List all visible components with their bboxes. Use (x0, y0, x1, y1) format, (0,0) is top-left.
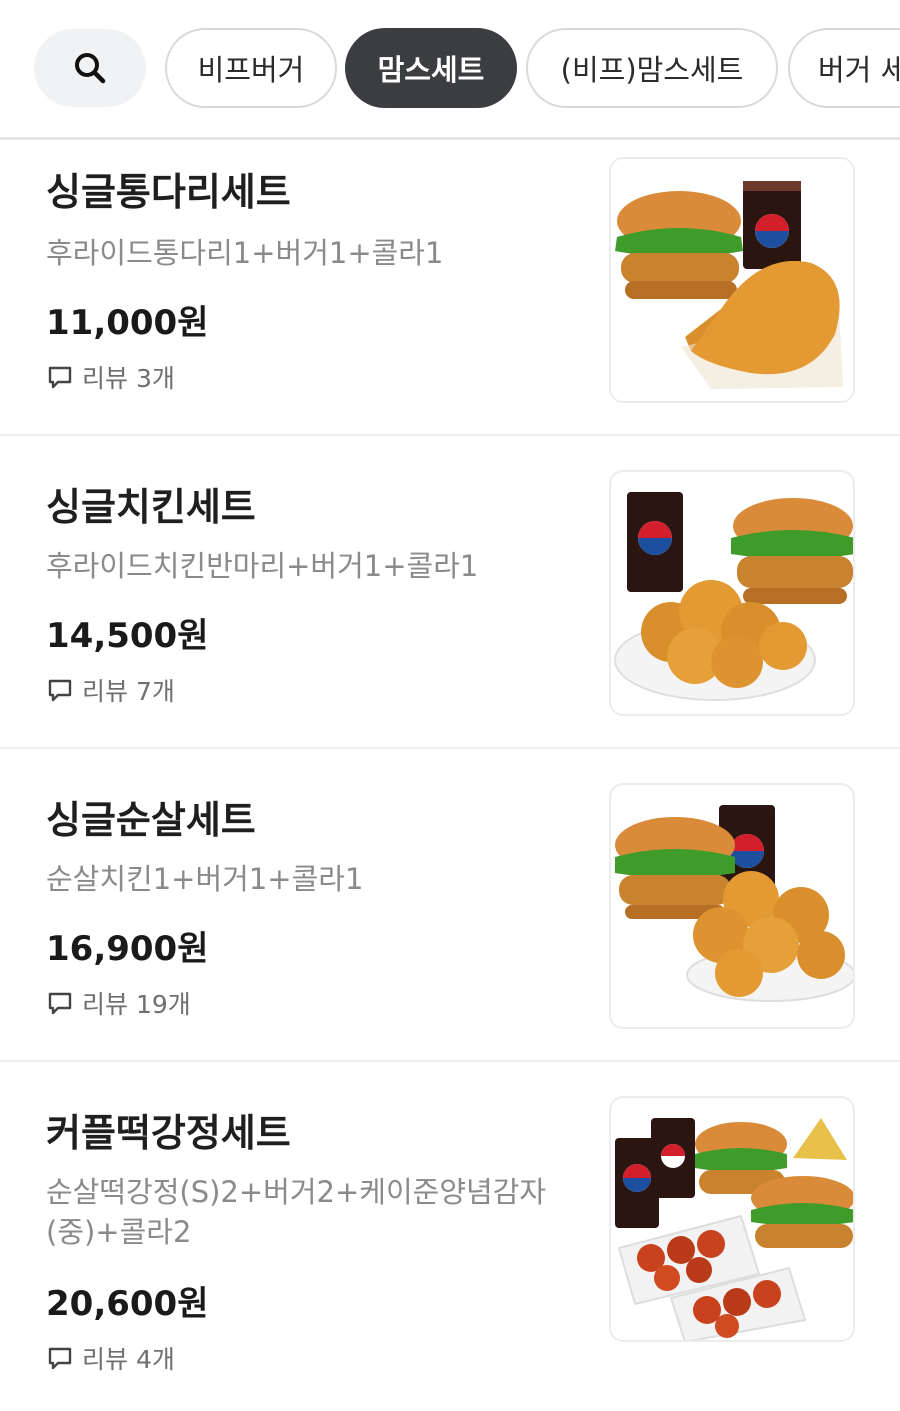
item-image (609, 470, 855, 716)
item-review[interactable]: 리뷰 19개 (46, 985, 191, 1021)
search-icon (75, 53, 106, 84)
menu-item[interactable]: 싱글순살세트 순살치킨1+버거1+콜라1 16,900원 리뷰 19개 (0, 749, 900, 1062)
category-chip-beef-burger[interactable]: 비프버거 (165, 28, 337, 108)
item-price: 11,000원 (46, 303, 209, 343)
item-name: 싱글통다리세트 (46, 170, 291, 214)
item-name: 싱글순살세트 (46, 798, 256, 842)
review-count: 리뷰 7개 (82, 677, 175, 706)
item-image (609, 1096, 855, 1342)
review-count: 리뷰 19개 (82, 990, 191, 1019)
item-description: 후라이드통다리1+버거1+콜라1 (46, 236, 444, 270)
review-count: 리뷰 3개 (82, 364, 175, 393)
item-image (609, 783, 855, 1029)
item-name: 싱글치킨세트 (46, 485, 256, 529)
item-price: 20,600원 (46, 1284, 209, 1324)
menu-item[interactable]: 커플떡강정세트 순살떡강정(S)2+버거2+케이준양념감자(중)+콜라2 20,… (0, 1062, 900, 1411)
category-bar: 비프버거 맘스세트 (비프)맘스세트 버거 세 (0, 0, 900, 140)
item-review[interactable]: 리뷰 7개 (46, 672, 175, 708)
speech-bubble-icon (48, 366, 72, 389)
item-review[interactable]: 리뷰 4개 (46, 1340, 175, 1376)
search-button[interactable] (34, 29, 146, 107)
item-description: 순살떡강정(S)2+버거2+케이준양념감자(중)+콜라2 (46, 1175, 547, 1249)
item-name: 커플떡강정세트 (46, 1111, 291, 1155)
category-chip-burger-set[interactable]: 버거 세 (788, 28, 900, 108)
item-description: 후라이드치킨반마리+버거1+콜라1 (46, 549, 479, 583)
speech-bubble-icon (48, 679, 72, 702)
menu-item[interactable]: 싱글통다리세트 후라이드통다리1+버거1+콜라1 11,000원 리뷰 3개 (0, 143, 900, 436)
item-review[interactable]: 리뷰 3개 (46, 359, 175, 395)
speech-bubble-icon (48, 992, 72, 1015)
menu-item[interactable]: 싱글치킨세트 후라이드치킨반마리+버거1+콜라1 14,500원 리뷰 7개 (0, 436, 900, 749)
speech-bubble-icon (48, 1347, 72, 1370)
item-price: 14,500원 (46, 616, 209, 656)
category-chip-moms-set[interactable]: 맘스세트 (345, 28, 517, 108)
item-description: 순살치킨1+버거1+콜라1 (46, 862, 364, 896)
category-chip-beef-moms-set[interactable]: (비프)맘스세트 (526, 28, 778, 108)
item-image (609, 157, 855, 403)
item-price: 16,900원 (46, 929, 209, 969)
review-count: 리뷰 4개 (82, 1345, 175, 1374)
